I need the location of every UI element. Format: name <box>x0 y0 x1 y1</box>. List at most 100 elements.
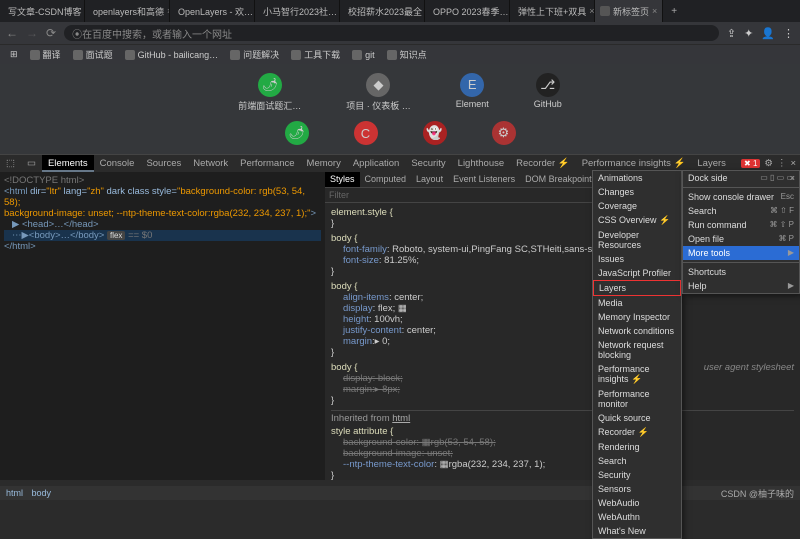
menu-item[interactable]: Coverage <box>593 199 681 213</box>
menu-icon[interactable]: ⋮ <box>783 27 794 40</box>
menu-item[interactable]: Memory Inspector <box>593 310 681 324</box>
menu-item[interactable]: Quick source <box>593 411 681 425</box>
menu-item[interactable]: Issues <box>593 252 681 266</box>
browser-tab[interactable]: openlayers和高德× <box>85 0 170 22</box>
styles-subtab[interactable]: Event Listeners <box>448 172 520 187</box>
shortcut-tile[interactable]: EElement <box>456 73 489 112</box>
devtools-tab[interactable]: Network <box>187 155 234 172</box>
bookmark-item[interactable]: 面试题 <box>69 48 117 61</box>
bookmark-item[interactable]: 工具下载 <box>287 48 344 61</box>
menu-item[interactable]: Performance monitor <box>593 387 681 411</box>
dom-tree[interactable]: <!DOCTYPE html> <html dir="ltr" lang="zh… <box>0 172 325 480</box>
styles-subtab[interactable]: Computed <box>360 172 412 187</box>
head-node[interactable]: ▶ <head>…</head> <box>12 219 99 230</box>
devtools-tab[interactable]: Lighthouse <box>452 155 510 172</box>
devtools-tab[interactable]: Application <box>347 155 405 172</box>
doctype: <!DOCTYPE html> <box>4 175 321 186</box>
shortcut-tile[interactable]: ⚙ <box>492 121 516 145</box>
devtools-tab[interactable]: Performance <box>234 155 300 172</box>
extensions-icon[interactable]: ✦ <box>744 27 753 40</box>
devtools-tab[interactable]: Memory <box>301 155 347 172</box>
styles-subtab[interactable]: Layout <box>411 172 448 187</box>
devtools-tab[interactable]: Sources <box>140 155 187 172</box>
back-icon[interactable]: ← <box>6 26 18 40</box>
devtools-tab[interactable]: Security <box>405 155 451 172</box>
browser-tab[interactable]: 校招薪水2023最全× <box>340 0 425 22</box>
menu-item[interactable]: Shortcuts <box>683 265 799 279</box>
shortcut-tile[interactable]: C <box>354 121 378 145</box>
menu-item[interactable]: What's New <box>593 524 681 538</box>
menu-item[interactable]: WebAuthn <box>593 510 681 524</box>
menu-item[interactable]: CSS Overview ⚡ <box>593 213 681 228</box>
device-icon[interactable]: ▭ <box>21 155 42 172</box>
browser-tab[interactable]: 弹性上下班+双具× <box>510 0 595 22</box>
menu-item[interactable]: Changes <box>593 185 681 199</box>
shortcut-tile[interactable]: 🌶前端面试题汇… <box>238 73 301 112</box>
profile-icon[interactable]: 👤 <box>761 27 775 40</box>
devtools-tab[interactable]: Elements <box>42 155 94 172</box>
styles-subtab[interactable]: Styles <box>325 172 360 187</box>
tab-label: OPPO 2023春季… <box>433 5 509 18</box>
close-icon[interactable]: × <box>652 6 657 16</box>
error-badge[interactable]: ✖ 1 <box>741 159 760 168</box>
bookmark-item[interactable]: 知识点 <box>383 48 431 61</box>
menu-item[interactable]: More tools▶ <box>683 246 799 260</box>
bookmark-item[interactable]: GitHub - bailicang… <box>121 50 223 60</box>
flex-badge[interactable]: flex <box>107 231 125 240</box>
inherited-link[interactable]: html <box>392 413 410 424</box>
reload-icon[interactable]: ⟳ <box>46 26 56 40</box>
apps-icon[interactable]: ⊞ <box>6 49 22 60</box>
menu-item[interactable]: Developer Resources <box>593 228 681 252</box>
favicon <box>600 6 610 16</box>
shortcut-label: GitHub <box>534 99 562 109</box>
menu-item[interactable]: Network conditions <box>593 324 681 338</box>
browser-tab[interactable]: 新标签页× <box>595 0 663 22</box>
browser-tab[interactable]: 小马智行2023社…× <box>255 0 340 22</box>
menu-item[interactable]: Network request blocking <box>593 338 681 362</box>
bookmark-icon <box>125 50 135 60</box>
devtools-tab[interactable]: Console <box>94 155 141 172</box>
gear-icon[interactable]: ⚙ <box>764 158 773 169</box>
shortcut-tile[interactable]: ⎇GitHub <box>534 73 562 112</box>
menu-item[interactable]: WebAudio <box>593 496 681 510</box>
shortcut-tile[interactable]: 👻 <box>423 121 447 145</box>
menu-item[interactable]: Run command⌘ ⇧ P <box>683 218 799 232</box>
menu-item[interactable]: JavaScript Profiler <box>593 266 681 280</box>
menu-item[interactable]: Performance insights ⚡ <box>593 362 681 387</box>
body-node[interactable]: ⋯▶<body>…</body> <box>12 230 104 241</box>
shortcut-tile[interactable]: 🌶 <box>285 121 309 145</box>
menu-item[interactable]: Layers <box>593 280 681 296</box>
menu-item[interactable]: Open file⌘ P <box>683 232 799 246</box>
bookmark-item[interactable]: 问题解决 <box>226 48 283 61</box>
watermark: CSDN @柚子味的 <box>721 487 794 500</box>
url-input[interactable]: ⦿ 在百度中搜索，或者输入一个网址 <box>64 25 719 41</box>
shortcut-tile[interactable]: ◆项目 · 仪表板 … <box>346 73 411 112</box>
browser-tab[interactable]: OpenLayers - 欢…× <box>170 0 255 22</box>
bookmark-item[interactable]: 翻译 <box>26 48 65 61</box>
menu-item[interactable]: Help▶ <box>683 279 799 293</box>
menu-item[interactable]: Media <box>593 296 681 310</box>
new-tab-button[interactable]: + <box>663 6 685 17</box>
close-icon[interactable]: × <box>790 173 795 183</box>
dock-side-row[interactable]: Dock side▭ ▯ ▭ ▭ <box>683 171 799 185</box>
browser-tab[interactable]: 写文章-CSDN博客× <box>0 0 85 22</box>
menu-item[interactable]: Show console drawerEsc <box>683 190 799 204</box>
menu-item[interactable]: Search <box>593 454 681 468</box>
close-icon[interactable]: × <box>790 158 796 169</box>
share-icon[interactable]: ⇪ <box>727 27 736 40</box>
devtools-tab[interactable]: Recorder ⚡ <box>510 155 576 172</box>
browser-tab[interactable]: OPPO 2023春季…× <box>425 0 510 22</box>
menu-item[interactable]: Rendering <box>593 440 681 454</box>
bookmark-icon <box>352 50 362 60</box>
menu-item[interactable]: Sensors <box>593 482 681 496</box>
menu-item[interactable]: Search⌘ ⇧ F <box>683 204 799 218</box>
styles-subtab[interactable]: DOM Breakpoints <box>520 172 601 187</box>
bookmark-item[interactable]: git <box>348 50 379 60</box>
inspect-icon[interactable]: ⬚ <box>0 155 21 172</box>
menu-item[interactable]: Recorder ⚡ <box>593 425 681 440</box>
breadcrumb[interactable]: html body <box>6 488 57 498</box>
menu-item[interactable]: Animations <box>593 171 681 185</box>
close-icon[interactable]: × <box>589 6 594 16</box>
kebab-icon[interactable]: ⋮ <box>777 158 787 169</box>
menu-item[interactable]: Security <box>593 468 681 482</box>
